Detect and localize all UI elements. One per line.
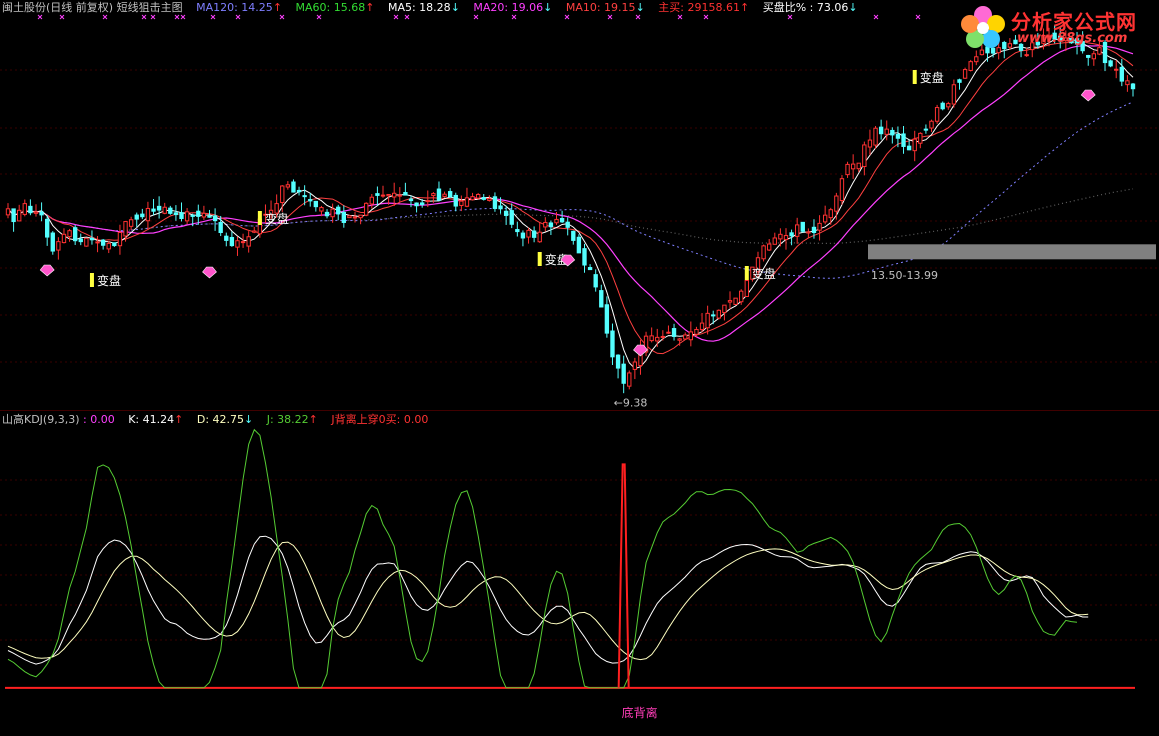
logo: 分析家公式网 www.88gs.com xyxy=(957,4,1153,50)
down-arrow-icon: ↓ xyxy=(848,1,858,14)
bianpan-marker xyxy=(257,211,262,225)
kdj-k-value: K: 41.24 xyxy=(128,413,175,426)
candle[interactable] xyxy=(873,126,878,149)
stock-chart-canvas[interactable]: 底背离←9.3813.50-13.99变盘变盘变盘变盘变盘 xyxy=(0,0,1159,736)
down-arrow-icon: ↓ xyxy=(635,1,645,14)
candle[interactable] xyxy=(1108,59,1113,68)
candle[interactable] xyxy=(839,175,845,205)
flower-logo-icon xyxy=(961,6,1005,48)
bianpan-marker xyxy=(537,252,542,266)
candle[interactable] xyxy=(800,221,805,233)
candle[interactable] xyxy=(364,202,369,217)
bianpan-marker xyxy=(912,70,917,84)
stock-name[interactable]: 闽土股份(日线 前复权) xyxy=(2,1,113,14)
up-arrow-icon: ↑ xyxy=(174,413,184,426)
candle[interactable] xyxy=(84,237,89,247)
price-range-label: 13.50-13.99 xyxy=(871,269,938,282)
candle[interactable] xyxy=(50,231,55,255)
ma20-value: MA20: 19.06 xyxy=(473,1,544,14)
kdj-title[interactable]: 山高KDJ(9,3,3) xyxy=(2,413,80,426)
kdj-v0: : 0.00 xyxy=(83,413,115,426)
bianpan-label: 变盘 xyxy=(97,273,121,288)
ma5-value: MA5: 18.28 xyxy=(387,1,451,14)
main-chart-header: 闽土股份(日线 前复权) 短线狙击主图 MA120: 14.25↑ MA60: … xyxy=(2,0,858,16)
bianpan-label: 变盘 xyxy=(752,266,776,281)
bianpan-label: 变盘 xyxy=(265,211,289,226)
maipanbi-value: 买盘比% : 73.06 xyxy=(762,1,849,14)
candle[interactable] xyxy=(576,234,582,254)
up-arrow-icon: ↑ xyxy=(365,1,375,14)
zhumai-value: 主买: 29158.61 xyxy=(658,1,740,14)
bianpan-marker xyxy=(744,266,749,280)
candle[interactable] xyxy=(716,309,721,320)
kdj-d-value: D: 42.75 xyxy=(196,413,245,426)
ma120-value: MA120: 14.25 xyxy=(196,1,273,14)
down-arrow-icon: ↓ xyxy=(543,1,553,14)
up-arrow-icon: ↑ xyxy=(739,1,750,14)
ma60-value: MA60: 15.68 xyxy=(295,1,366,14)
bianpan-marker xyxy=(89,273,94,287)
kdj-signal-value: J背离上穿0买: 0.00 xyxy=(331,413,429,426)
up-arrow-icon: ↑ xyxy=(272,1,283,14)
down-arrow-icon: ↓ xyxy=(244,413,254,426)
candle[interactable] xyxy=(761,244,766,262)
candle[interactable] xyxy=(940,101,945,111)
ma10-value: MA10: 19.15 xyxy=(565,1,636,14)
down-arrow-icon: ↓ xyxy=(450,1,460,14)
formula-name[interactable]: 短线狙击主图 xyxy=(117,1,183,14)
up-arrow-icon: ↑ xyxy=(308,413,318,426)
logo-url: www.88gs.com xyxy=(1017,31,1128,46)
candle[interactable] xyxy=(962,67,968,79)
candle[interactable] xyxy=(733,297,738,305)
bianpan-label: 变盘 xyxy=(920,70,944,85)
candle[interactable] xyxy=(627,370,632,390)
kdj-j-value: J: 38.22 xyxy=(266,413,309,426)
candle[interactable] xyxy=(968,59,973,72)
price-range-band xyxy=(868,244,1156,260)
kdj-header: 山高KDJ(9,3,3) : 0.00 K: 41.24↑ D: 42.75↓ … xyxy=(2,412,428,428)
low-price-label: ←9.38 xyxy=(614,396,648,409)
candle[interactable] xyxy=(934,104,940,124)
divergence-label: 底背离 xyxy=(622,705,658,720)
